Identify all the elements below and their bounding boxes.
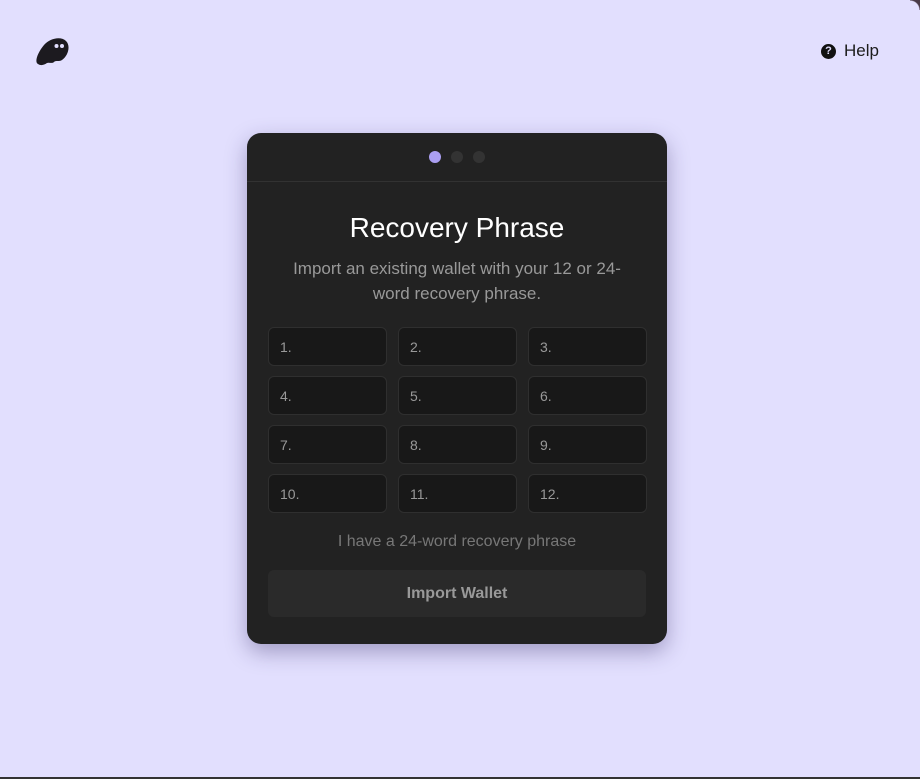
word-input-8[interactable]: 8. [398,425,517,464]
toggle-24-word-link[interactable]: I have a 24-word recovery phrase [247,533,667,551]
word-input-1[interactable]: 1. [268,327,387,366]
page-title: Recovery Phrase [349,212,565,243]
word-input-12[interactable]: 12. [528,474,647,513]
help-label: Help [844,41,879,60]
word-input-3[interactable]: 3. [528,327,647,366]
word-input-4[interactable]: 4. [268,376,387,415]
question-circle-icon: ? [821,43,836,59]
word-input-9[interactable]: 9. [528,425,647,464]
word-input-11[interactable]: 11. [398,474,517,513]
ghost-logo-icon [34,36,70,66]
step-dot-1 [429,151,441,163]
step-dot-3 [473,151,485,163]
window-corner [910,0,920,10]
import-wallet-button[interactable]: Import Wallet [268,570,646,617]
word-input-7[interactable]: 7. [268,425,387,464]
word-input-2[interactable]: 2. [398,327,517,366]
word-input-10[interactable]: 10. [268,474,387,513]
recovery-word-grid: 1. 2. 3. 4. 5. 6. 7. 8. 9. 10. 11. 12. [268,327,647,513]
recovery-phrase-card: Recovery Phrase Import an existing walle… [247,133,667,644]
word-input-5[interactable]: 5. [398,376,517,415]
step-indicator [247,133,667,182]
page-subtitle: Import an existing wallet with your 12 o… [293,259,621,303]
step-dot-2 [451,151,463,163]
help-button[interactable]: ? Help [821,41,879,61]
word-input-6[interactable]: 6. [528,376,647,415]
